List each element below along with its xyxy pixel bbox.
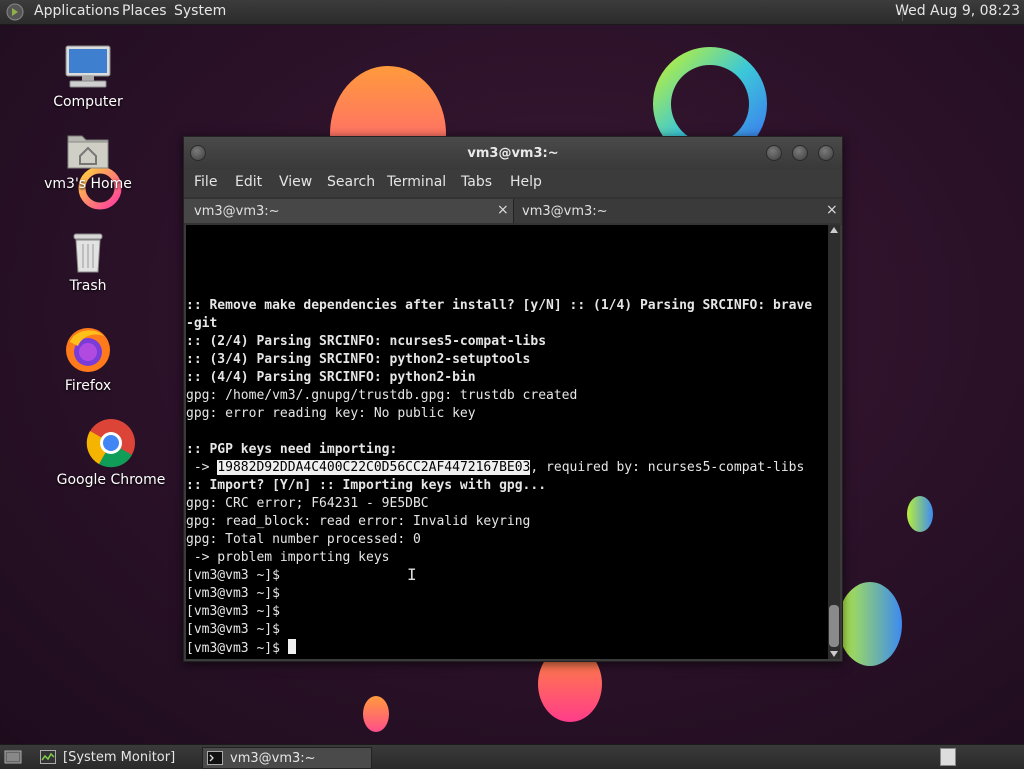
window-title: vm3@vm3:~ xyxy=(467,146,559,161)
minimize-button[interactable] xyxy=(766,145,782,161)
bottom-panel: [System Monitor] vm3@vm3:~ xyxy=(0,744,1024,769)
terminal-window: vm3@vm3:~ File Edit View Search Terminal… xyxy=(183,136,843,662)
prompt-text: [vm3@vm3 ~]$ xyxy=(186,641,288,656)
close-tab-icon[interactable]: × xyxy=(497,202,509,218)
terminal-prompt: [vm3@vm3 ~]$ xyxy=(186,604,280,619)
menu-bar: File Edit View Search Terminal Tabs Help xyxy=(184,169,842,197)
menu-terminal[interactable]: Terminal xyxy=(387,174,446,190)
menu-tabs[interactable]: Tabs xyxy=(461,174,492,190)
desktop-icon-trash[interactable]: Trash xyxy=(28,228,148,294)
terminal-prompt: [vm3@vm3 ~]$ xyxy=(186,622,280,637)
tab-bar: vm3@vm3:~ × vm3@vm3:~ × xyxy=(184,197,842,225)
terminal-line: gpg: /home/vm3/.gnupg/trustdb.gpg: trust… xyxy=(186,388,578,403)
tab-2[interactable]: vm3@vm3:~ × xyxy=(514,199,841,223)
chrome-icon xyxy=(86,419,135,468)
desktop-icon-label: Computer xyxy=(53,94,123,110)
desktop-icon-firefox[interactable]: Firefox xyxy=(28,326,148,394)
mouse-ibeam-cursor: I xyxy=(407,565,417,584)
terminal-icon xyxy=(207,751,223,765)
desktop-icon-label: vm3's Home xyxy=(44,176,132,192)
system-monitor-icon xyxy=(40,750,56,764)
show-desktop-icon[interactable] xyxy=(4,749,22,765)
maximize-button[interactable] xyxy=(792,145,808,161)
key-required-by: , required by: ncurses5-compat-libs xyxy=(530,460,805,475)
terminal-line: :: (4/4) Parsing SRCINFO: python2-bin xyxy=(186,370,476,385)
close-button[interactable] xyxy=(818,145,834,161)
terminal-line: gpg: read_block: read error: Invalid key… xyxy=(186,514,531,529)
desktop-icon-label: Trash xyxy=(69,278,107,294)
gnome-foot-icon[interactable] xyxy=(6,3,24,21)
terminal-prompt-active: [vm3@vm3 ~]$ xyxy=(186,639,296,657)
tab-1[interactable]: vm3@vm3:~ × xyxy=(184,199,514,223)
close-tab-icon[interactable]: × xyxy=(826,202,838,218)
clock[interactable]: Wed Aug 9, 08:23 xyxy=(895,3,1020,19)
terminal-line: -git xyxy=(186,316,218,331)
desktop-icon-label: Google Chrome xyxy=(56,472,166,488)
workspace-switcher[interactable] xyxy=(940,748,956,766)
terminal-output[interactable]: :: Remove make dependencies after instal… xyxy=(186,225,828,659)
terminal-line: :: (3/4) Parsing SRCINFO: python2-setupt… xyxy=(186,352,531,367)
desktop-icon-chrome[interactable]: Google Chrome xyxy=(51,418,171,488)
scroll-up-icon[interactable] xyxy=(830,227,838,233)
computer-icon xyxy=(65,45,111,88)
vertical-scrollbar[interactable] xyxy=(828,225,840,659)
terminal-line: gpg: CRC error; F64231 - 9E5DBC xyxy=(186,496,429,511)
scrollbar-thumb[interactable] xyxy=(829,605,839,647)
terminal-prompt: [vm3@vm3 ~]$ xyxy=(186,586,280,601)
terminal-line: :: Remove make dependencies after instal… xyxy=(186,298,813,313)
menu-places[interactable]: Places xyxy=(122,3,167,19)
tab-label: vm3@vm3:~ xyxy=(522,204,608,219)
home-folder-icon xyxy=(67,135,109,169)
selected-key-id[interactable]: 19882D92DDA4C400C22C0D56CC2AF4472167BE03 xyxy=(217,460,531,475)
desktop-icon-home[interactable]: vm3's Home xyxy=(28,128,148,192)
desktop-icon-label: Firefox xyxy=(64,378,112,394)
text-cursor xyxy=(287,639,296,654)
menu-system[interactable]: System xyxy=(174,3,226,19)
terminal-prompt: [vm3@vm3 ~]$ xyxy=(186,568,280,583)
task-system-monitor[interactable]: [System Monitor] xyxy=(36,747,200,767)
menu-edit[interactable]: Edit xyxy=(235,174,262,190)
firefox-icon xyxy=(66,328,110,372)
desktop-icon-computer[interactable]: Computer xyxy=(28,44,148,110)
menu-view[interactable]: View xyxy=(279,174,312,190)
window-titlebar[interactable]: vm3@vm3:~ xyxy=(184,137,842,169)
menu-search[interactable]: Search xyxy=(327,174,375,190)
terminal-line-key: -> 19882D92DDA4C400C22C0D56CC2AF4472167B… xyxy=(186,459,804,477)
terminal-line: gpg: Total number processed: 0 xyxy=(186,532,421,547)
scroll-down-icon[interactable] xyxy=(830,651,838,657)
tab-label: vm3@vm3:~ xyxy=(194,204,280,219)
terminal-line: gpg: error reading key: No public key xyxy=(186,406,476,421)
menu-file[interactable]: File xyxy=(194,174,217,190)
terminal-line: :: (2/4) Parsing SRCINFO: ncurses5-compa… xyxy=(186,334,547,349)
task-label: [System Monitor] xyxy=(63,750,176,765)
trash-icon xyxy=(73,233,103,273)
task-terminal[interactable]: vm3@vm3:~ xyxy=(202,747,372,769)
terminal-line: -> problem importing keys xyxy=(186,550,390,565)
menu-applications[interactable]: Applications xyxy=(34,3,120,19)
terminal-line: :: PGP keys need importing: xyxy=(186,442,398,457)
key-arrow: -> xyxy=(186,460,218,475)
terminal-line: :: Import? [Y/n] :: Importing keys with … xyxy=(186,478,547,493)
task-label: vm3@vm3:~ xyxy=(230,751,316,766)
menu-help[interactable]: Help xyxy=(510,174,542,190)
top-panel: Applications Places System Wed Aug 9, 08… xyxy=(0,0,1024,25)
